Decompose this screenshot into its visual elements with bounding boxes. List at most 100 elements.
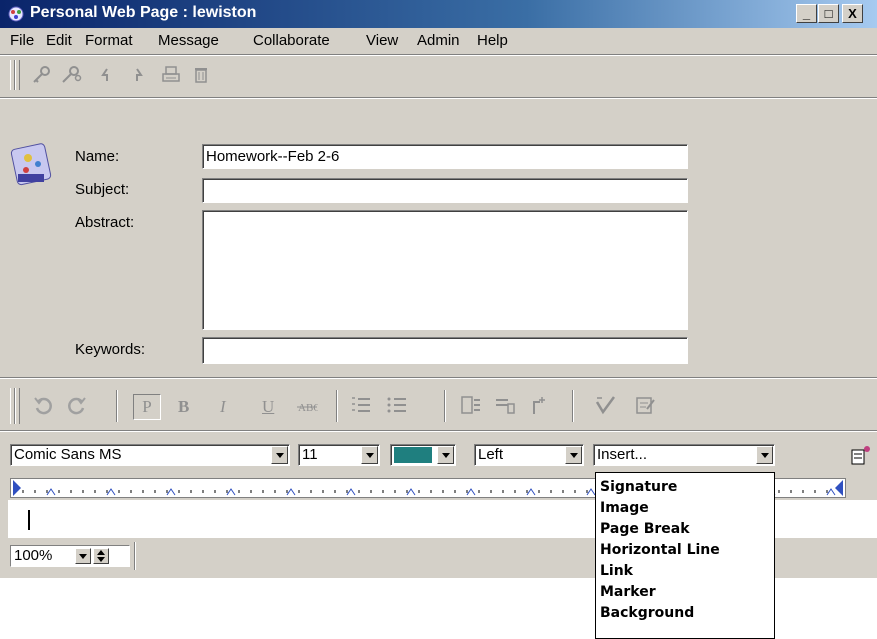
menu-view[interactable]: View <box>366 32 398 49</box>
maximize-button[interactable]: □ <box>818 4 839 23</box>
close-button[interactable]: X <box>842 4 863 23</box>
format-separator-3 <box>444 390 446 422</box>
chevron-down-icon[interactable] <box>756 446 773 464</box>
chevron-down-icon[interactable] <box>437 446 454 464</box>
menu-edit[interactable]: Edit <box>46 32 72 49</box>
keywords-field[interactable] <box>202 337 688 364</box>
insert-select[interactable]: Insert... <box>593 444 775 466</box>
tab-stop-marker[interactable] <box>826 488 836 496</box>
zoom-dropdown-button[interactable] <box>75 548 91 564</box>
keys-icon[interactable] <box>60 64 82 86</box>
align-select-value: Left <box>478 446 504 463</box>
form-divider <box>0 377 877 379</box>
tab-stop-marker[interactable] <box>406 488 416 496</box>
attachment-icon[interactable] <box>528 394 550 416</box>
size-select-value: 11 <box>302 446 318 463</box>
menu-help[interactable]: Help <box>477 32 508 49</box>
format-separator-2 <box>336 390 338 422</box>
menu-message[interactable]: Message <box>158 32 219 49</box>
status-separator <box>134 542 136 570</box>
menu-admin[interactable]: Admin <box>417 32 460 49</box>
font-select[interactable]: Comic Sans MS <box>10 444 290 466</box>
right-margin-handle[interactable] <box>835 480 843 496</box>
redo-icon[interactable] <box>66 394 88 416</box>
message-icon <box>10 143 52 186</box>
tab-stop-marker[interactable] <box>286 488 296 496</box>
chevron-down-icon[interactable] <box>271 446 288 464</box>
abstract-field[interactable] <box>202 210 688 330</box>
zoom-spinner[interactable] <box>93 548 109 564</box>
italic-button[interactable]: I <box>220 397 226 417</box>
app-icon <box>8 6 24 22</box>
key-icon[interactable] <box>30 64 52 86</box>
keywords-label: Keywords: <box>75 341 146 358</box>
previous-icon[interactable] <box>94 64 116 86</box>
font-select-value: Comic Sans MS <box>14 446 122 463</box>
toolbar-divider <box>0 97 877 99</box>
underline-button[interactable]: U <box>262 397 274 417</box>
menu-collaborate[interactable]: Collaborate <box>253 32 330 49</box>
window-title: Personal Web Page : lewiston <box>30 4 257 21</box>
name-field[interactable] <box>202 144 688 169</box>
svg-text:ABC: ABC <box>298 402 318 414</box>
subject-field[interactable] <box>202 178 688 203</box>
zoom-value: 100% <box>14 547 53 564</box>
chevron-down-icon[interactable] <box>361 446 378 464</box>
bulleted-list-icon[interactable] <box>386 394 408 416</box>
toolbar-grip-2 <box>15 60 20 90</box>
insert-dropdown-list: Signature Image Page Break Horizontal Li… <box>595 472 775 639</box>
tab-stop-marker[interactable] <box>166 488 176 496</box>
insert-option-image[interactable]: Image <box>600 500 649 516</box>
left-margin-handle[interactable] <box>13 480 21 496</box>
insert-option-signature[interactable]: Signature <box>600 479 677 495</box>
trash-icon[interactable] <box>190 64 212 86</box>
menu-format[interactable]: Format <box>85 32 133 49</box>
name-label: Name: <box>75 148 120 165</box>
spellcheck-icon[interactable] <box>594 394 616 416</box>
chevron-down-icon[interactable] <box>565 446 582 464</box>
bold-button[interactable]: B <box>178 397 189 417</box>
format-separator-1 <box>116 390 118 422</box>
format-separator-4 <box>572 390 574 422</box>
print-icon[interactable] <box>160 64 182 86</box>
abstract-label: Abstract: <box>75 214 135 231</box>
format-toolbar-divider <box>0 430 877 432</box>
title-bar[interactable]: Personal Web Page : lewiston _ □ X <box>0 0 877 28</box>
chevron-up-icon[interactable] <box>97 550 105 555</box>
minimize-button[interactable]: _ <box>796 4 817 23</box>
insert-option-link[interactable]: Link <box>600 563 633 579</box>
tab-stop-marker[interactable] <box>586 488 596 496</box>
insert-option-horizontal-line[interactable]: Horizontal Line <box>600 542 720 558</box>
properties-icon[interactable] <box>634 394 656 416</box>
indent-icon[interactable] <box>460 394 482 416</box>
tab-stop-marker[interactable] <box>526 488 536 496</box>
insert-option-marker[interactable]: Marker <box>600 584 656 600</box>
numbered-list-icon[interactable] <box>350 394 372 416</box>
subject-label: Subject: <box>75 181 130 198</box>
chevron-down-icon <box>79 554 87 559</box>
tab-stop-marker[interactable] <box>226 488 236 496</box>
chevron-down-icon[interactable] <box>97 557 105 562</box>
insert-option-background[interactable]: Background <box>600 605 694 621</box>
size-select[interactable]: 11 <box>298 444 380 466</box>
outdent-icon[interactable] <box>494 394 516 416</box>
paragraph-button[interactable]: P <box>133 394 161 420</box>
strikethrough-icon[interactable]: ABC <box>296 396 318 418</box>
tab-stop-marker[interactable] <box>466 488 476 496</box>
insert-select-value: Insert... <box>597 446 648 463</box>
color-select[interactable] <box>390 444 456 466</box>
edit-document-icon[interactable] <box>850 444 872 466</box>
tab-stop-marker[interactable] <box>46 488 56 496</box>
menu-divider <box>0 54 877 56</box>
tab-stop-marker[interactable] <box>346 488 356 496</box>
color-swatch <box>394 447 432 463</box>
menu-file[interactable]: File <box>10 32 34 49</box>
undo-icon[interactable] <box>32 394 54 416</box>
tab-stop-marker[interactable] <box>106 488 116 496</box>
format-toolbar-grip-2 <box>15 388 20 424</box>
next-icon[interactable] <box>128 64 150 86</box>
zoom-control[interactable]: 100% <box>10 545 130 567</box>
insert-option-page-break[interactable]: Page Break <box>600 521 690 537</box>
align-select[interactable]: Left <box>474 444 584 466</box>
text-caret <box>28 510 30 530</box>
